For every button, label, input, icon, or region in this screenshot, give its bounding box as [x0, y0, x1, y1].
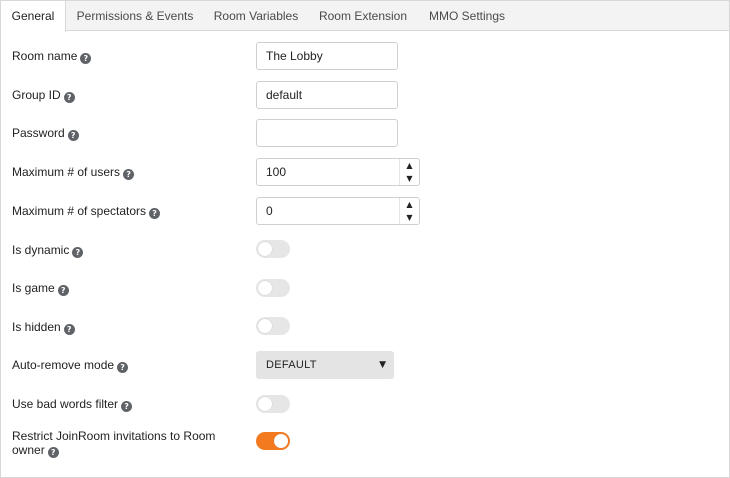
question-circle-icon[interactable]: ? [67, 130, 79, 141]
tab-bar: General Permissions & Events Room Variab… [1, 1, 729, 32]
stepper-arrows: ▲ ▼ [399, 198, 419, 224]
tab-room-extension[interactable]: Room Extension [309, 1, 417, 31]
group-id-label: Group ID? [12, 88, 75, 103]
max-users-stepper[interactable]: 100 ▲ ▼ [256, 158, 420, 186]
bad-words-filter-label-text: Use bad words filter [12, 397, 119, 411]
auto-remove-mode-label-text: Auto-remove mode [12, 358, 115, 372]
tab-permissions-events[interactable]: Permissions & Events [67, 1, 203, 31]
restrict-joinroom-label-line2-wrap: owner? [12, 443, 215, 458]
question-circle-icon[interactable]: ? [63, 92, 75, 103]
room-name-input[interactable] [256, 42, 398, 70]
password-label: Password? [12, 126, 79, 141]
bad-words-filter-label: Use bad words filter? [12, 397, 133, 412]
room-name-label-text: Room name [12, 49, 78, 63]
restrict-joinroom-toggle[interactable] [256, 432, 290, 450]
is-game-toggle[interactable] [256, 279, 290, 297]
is-game-label-text: Is game [12, 281, 55, 295]
max-spectators-label-text: Maximum # of spectators [12, 204, 147, 218]
is-dynamic-label: Is dynamic? [12, 243, 84, 258]
question-circle-icon[interactable]: ? [123, 169, 135, 180]
question-circle-icon[interactable]: ? [57, 285, 69, 296]
caret-down-icon[interactable]: ▼ [379, 351, 386, 379]
tab-general[interactable]: General [1, 1, 66, 32]
toggle-knob [274, 434, 288, 448]
restrict-joinroom-label-line2: owner [12, 443, 45, 457]
toggle-knob [258, 319, 272, 333]
stepper-arrows: ▲ ▼ [399, 159, 419, 185]
question-circle-icon[interactable]: ? [47, 447, 59, 458]
auto-remove-mode-value[interactable]: DEFAULT [266, 351, 317, 379]
restrict-joinroom-label-line1: Restrict JoinRoom invitations to Room [12, 429, 216, 443]
is-dynamic-toggle[interactable] [256, 240, 290, 258]
bad-words-filter-toggle[interactable] [256, 395, 290, 413]
question-circle-icon[interactable]: ? [117, 362, 129, 373]
question-circle-icon[interactable]: ? [149, 208, 161, 219]
max-users-label-text: Maximum # of users [12, 165, 121, 179]
room-settings-panel: General Permissions & Events Room Variab… [0, 0, 730, 478]
auto-remove-mode-select[interactable]: DEFAULT ▼ [256, 351, 394, 379]
caret-up-icon[interactable]: ▲ [400, 198, 419, 211]
caret-down-icon[interactable]: ▼ [400, 172, 419, 185]
group-id-label-text: Group ID [12, 88, 61, 102]
question-circle-icon[interactable]: ? [63, 324, 75, 335]
question-circle-icon[interactable]: ? [80, 53, 92, 64]
password-label-text: Password [12, 126, 65, 140]
toggle-knob [258, 397, 272, 411]
question-circle-icon[interactable]: ? [121, 401, 133, 412]
max-spectators-label: Maximum # of spectators? [12, 204, 161, 219]
is-game-label: Is game? [12, 281, 69, 296]
toggle-knob [258, 281, 272, 295]
question-circle-icon[interactable]: ? [72, 247, 84, 258]
tab-mmo-settings[interactable]: MMO Settings [417, 1, 517, 31]
is-dynamic-label-text: Is dynamic [12, 243, 70, 257]
max-spectators-value[interactable]: 0 [266, 198, 273, 224]
is-hidden-label: Is hidden? [12, 320, 75, 335]
max-users-label: Maximum # of users? [12, 165, 135, 180]
caret-up-icon[interactable]: ▲ [400, 159, 419, 172]
toggle-knob [258, 242, 272, 256]
max-spectators-stepper[interactable]: 0 ▲ ▼ [256, 197, 420, 225]
max-users-value[interactable]: 100 [266, 159, 286, 185]
tab-room-variables[interactable]: Room Variables [203, 1, 309, 31]
group-id-input[interactable] [256, 81, 398, 109]
restrict-joinroom-label: Restrict JoinRoom invitations to Room ow… [12, 429, 215, 458]
password-input[interactable] [256, 119, 398, 147]
room-name-label: Room name? [12, 49, 92, 64]
is-hidden-toggle[interactable] [256, 317, 290, 335]
is-hidden-label-text: Is hidden [12, 320, 61, 334]
caret-down-icon[interactable]: ▼ [400, 211, 419, 224]
auto-remove-mode-label: Auto-remove mode? [12, 358, 129, 373]
